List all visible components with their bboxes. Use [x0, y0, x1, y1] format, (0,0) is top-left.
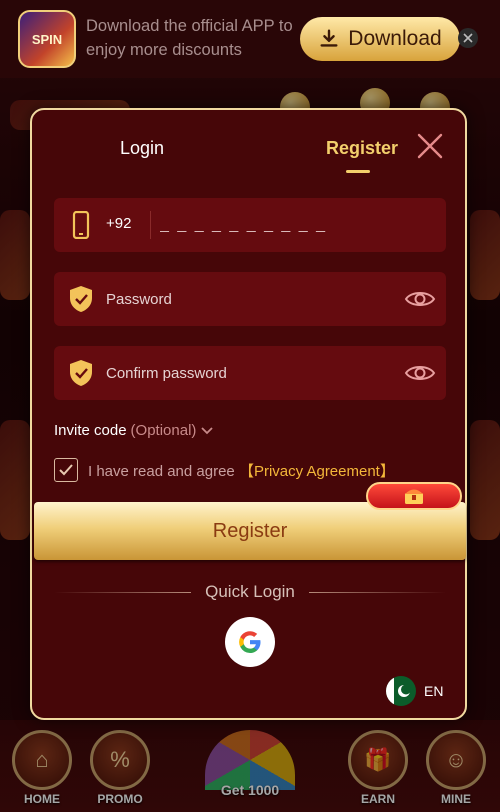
confirm-password-input[interactable]	[106, 358, 386, 388]
checkmark-icon	[59, 464, 73, 476]
quick-login-divider: Quick Login	[54, 580, 446, 604]
agreement-text: I have read and agree	[88, 462, 235, 480]
gift-chest-bubble[interactable]	[366, 482, 462, 510]
eye-icon[interactable]	[404, 360, 436, 386]
close-icon[interactable]	[416, 132, 444, 160]
app-download-banner: SPIN Download the official APP to enjoy …	[0, 0, 500, 78]
shield-icon	[70, 286, 92, 312]
google-login-button[interactable]	[225, 617, 275, 667]
shield-icon	[70, 360, 92, 386]
register-button[interactable]: Register	[34, 502, 466, 560]
register-modal: Login Register +92 Invite code (Optional…	[30, 108, 467, 720]
tab-register[interactable]: Register	[326, 138, 398, 159]
download-icon	[320, 29, 338, 47]
language-selector[interactable]: EN	[386, 676, 443, 706]
download-button[interactable]: Download	[300, 17, 460, 61]
chevron-down-icon	[201, 426, 214, 434]
pakistan-flag-icon	[386, 676, 416, 706]
confirm-password-field	[54, 346, 446, 400]
tab-active-indicator	[346, 170, 370, 173]
close-icon	[463, 33, 473, 43]
tab-login[interactable]: Login	[120, 138, 164, 159]
phone-field: +92	[54, 198, 446, 252]
privacy-agreement-link[interactable]: 【Privacy Agreement】	[239, 463, 395, 480]
invite-code-toggle[interactable]: Invite code (Optional)	[54, 422, 214, 439]
phone-icon	[72, 211, 90, 239]
banner-text: Download the official APP to enjoy more …	[86, 17, 293, 59]
download-label: Download	[348, 27, 442, 50]
agreement-row: I have read and agree 【Privacy Agreement…	[54, 458, 395, 482]
agreement-checkbox[interactable]	[54, 458, 78, 482]
phone-input[interactable]	[160, 210, 430, 240]
quick-login-label: Quick Login	[205, 582, 295, 601]
password-field	[54, 272, 446, 326]
phone-divider	[150, 211, 151, 239]
app-logo: SPIN	[18, 10, 76, 68]
eye-icon[interactable]	[404, 286, 436, 312]
banner-close-button[interactable]	[458, 28, 478, 48]
invite-code-label: Invite code	[54, 422, 127, 439]
google-icon	[239, 631, 261, 653]
treasure-chest-icon	[405, 489, 423, 504]
language-label: EN	[424, 683, 444, 699]
invite-optional-label: (Optional)	[130, 422, 197, 439]
country-code[interactable]: +92	[106, 215, 131, 232]
password-input[interactable]	[106, 284, 386, 314]
